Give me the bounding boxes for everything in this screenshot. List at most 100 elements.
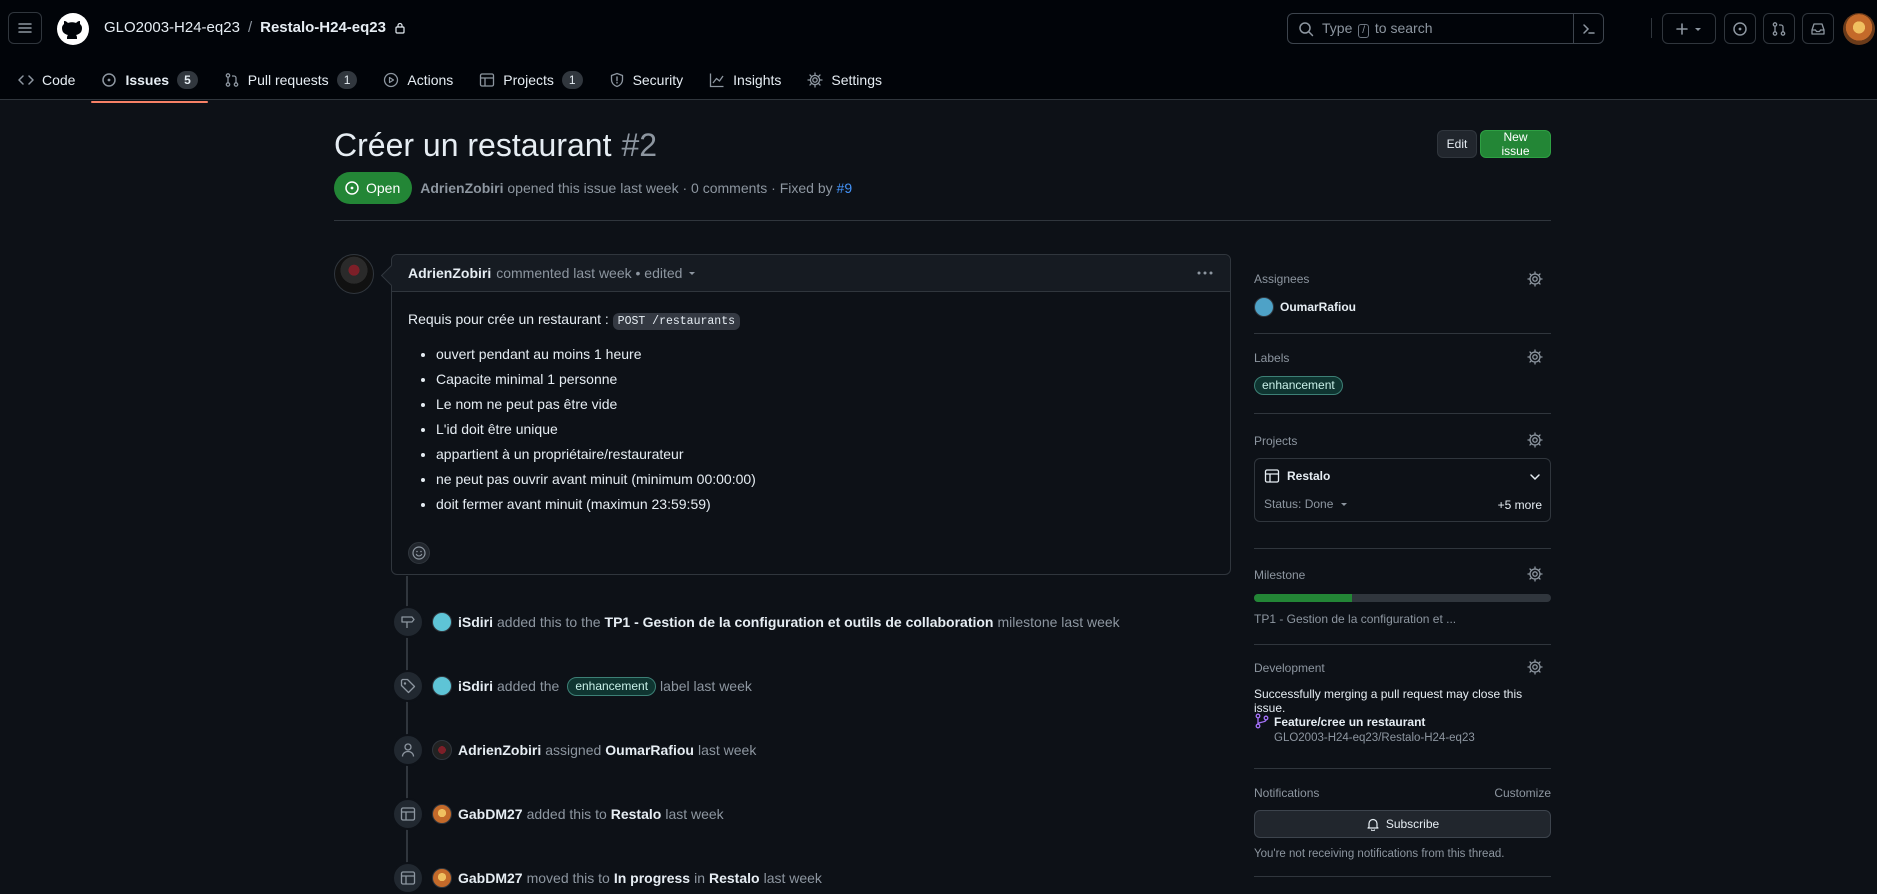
- issue-author-link[interactable]: AdrienZobiri: [420, 180, 503, 196]
- create-new-button[interactable]: [1662, 13, 1716, 44]
- assignees-title: Assignees: [1254, 272, 1310, 286]
- project-status: Status: Done: [1264, 497, 1334, 511]
- menu-button[interactable]: [8, 12, 42, 44]
- milestone-link[interactable]: TP1 - Gestion de la configuration et out…: [605, 614, 994, 630]
- avatar[interactable]: [432, 804, 452, 824]
- comment-author-link[interactable]: AdrienZobiri: [408, 265, 491, 281]
- milestone-progress-bar: [1254, 594, 1551, 602]
- timeline-event: iSdiri added this to the TP1 - Gestion d…: [392, 606, 1124, 638]
- labels-settings-button[interactable]: [1527, 349, 1543, 365]
- tab-projects[interactable]: Projects 1: [469, 63, 592, 97]
- linked-branch-repo: GLO2003-H24-eq23/Restalo-H24-eq23: [1274, 732, 1475, 744]
- notifications-section: Notifications Customize Subscribe You're…: [1254, 769, 1551, 877]
- event-actor[interactable]: GabDM27: [458, 806, 523, 822]
- label-badge[interactable]: enhancement: [1254, 376, 1343, 395]
- project-link[interactable]: Restalo: [611, 806, 662, 822]
- chevron-down-icon[interactable]: [1528, 470, 1542, 484]
- avatar[interactable]: [432, 868, 452, 888]
- tab-insights[interactable]: Insights: [699, 63, 791, 97]
- project-more-link[interactable]: +5 more: [1498, 498, 1542, 512]
- project-name[interactable]: Restalo: [1287, 469, 1330, 483]
- search-input[interactable]: Type / to search: [1287, 13, 1604, 44]
- tab-issues[interactable]: Issues 5: [91, 63, 209, 103]
- fixed-by-link[interactable]: #9: [837, 180, 853, 196]
- table-icon: [1264, 469, 1280, 483]
- top-header: GLO2003-H24-eq23 / Restalo-H24-eq23 Type…: [0, 0, 1877, 103]
- kebab-horizontal-icon: [1197, 271, 1213, 275]
- terminal-icon: [1582, 23, 1595, 34]
- requirements-list: ouvert pendant au moins 1 heure Capacite…: [408, 345, 1214, 514]
- assignee-item[interactable]: OumarRafiou: [1254, 297, 1356, 317]
- projects-settings-button[interactable]: [1527, 432, 1543, 448]
- event-actor[interactable]: AdrienZobiri: [458, 742, 541, 758]
- bell-icon: [1367, 818, 1379, 831]
- tab-pull-requests[interactable]: Pull requests 1: [214, 63, 368, 97]
- new-issue-button[interactable]: New issue: [1480, 130, 1551, 158]
- comment-author-avatar[interactable]: [334, 254, 374, 294]
- milestone-settings-button[interactable]: [1527, 566, 1543, 582]
- tab-projects-count: 1: [561, 71, 583, 89]
- avatar[interactable]: [432, 740, 452, 760]
- project-status-dropdown[interactable]: Status: Done: [1264, 497, 1349, 511]
- command-palette-button[interactable]: [1573, 14, 1603, 43]
- comment-options-button[interactable]: [1196, 264, 1214, 282]
- assignee-link[interactable]: OumarRafiou: [605, 742, 694, 758]
- inbox-button[interactable]: [1802, 13, 1834, 44]
- inline-code: POST /restaurants: [612, 313, 740, 330]
- event-actor[interactable]: iSdiri: [458, 614, 493, 630]
- github-logo-icon[interactable]: [56, 12, 90, 46]
- list-item: ouvert pendant au moins 1 heure: [436, 345, 1214, 364]
- gear-icon: [1527, 349, 1543, 365]
- milestone-link[interactable]: TP1 - Gestion de la configuration et ...: [1254, 612, 1456, 626]
- development-settings-button[interactable]: [1527, 659, 1543, 675]
- list-item: L'id doit être unique: [436, 420, 1214, 439]
- edit-button[interactable]: Edit: [1437, 130, 1477, 158]
- development-text: Successfully merging a pull request may …: [1254, 687, 1523, 715]
- issue-opened-icon: [102, 73, 117, 87]
- comment-intro: Requis pour crée un restaurant : POST /r…: [408, 308, 1214, 333]
- breadcrumb-separator: /: [247, 19, 253, 36]
- tab-settings-label: Settings: [831, 72, 882, 88]
- table-icon: [480, 73, 495, 87]
- search-placeholder-after: to search: [1374, 19, 1433, 36]
- issue-opened-text: opened this issue last week · 0 comments…: [507, 180, 833, 196]
- table-icon: [392, 798, 424, 830]
- gear-icon: [807, 72, 824, 88]
- avatar[interactable]: [432, 676, 452, 696]
- event-actor[interactable]: iSdiri: [458, 678, 493, 694]
- tab-actions[interactable]: Actions: [373, 63, 463, 97]
- customize-link[interactable]: Customize: [1494, 786, 1551, 800]
- issue-number: #2: [621, 127, 658, 163]
- milestone-icon: [392, 606, 424, 638]
- assignees-settings-button[interactable]: [1527, 271, 1543, 287]
- notifications-note: You're not receiving notifications from …: [1254, 848, 1505, 860]
- tab-code[interactable]: Code: [8, 63, 85, 97]
- plus-icon: [1676, 22, 1688, 35]
- issue-opened-icon: [345, 181, 359, 195]
- comment-intro-text: Requis pour crée un restaurant :: [408, 311, 609, 327]
- issue-meta: Open AdrienZobiri opened this issue last…: [334, 172, 852, 204]
- pull-requests-button[interactable]: [1763, 13, 1795, 44]
- list-item: doit fermer avant minuit (maximun 23:59:…: [436, 495, 1214, 514]
- issues-button[interactable]: [1724, 13, 1756, 44]
- breadcrumb-repo[interactable]: Restalo-H24-eq23: [260, 19, 386, 36]
- tab-security[interactable]: Security: [599, 63, 694, 97]
- tab-settings[interactable]: Settings: [797, 63, 892, 97]
- triangle-down-icon: [689, 272, 696, 275]
- search-icon: [1299, 21, 1314, 36]
- linked-branch-link[interactable]: Feature/cree un restaurant: [1274, 715, 1425, 729]
- comment-meta[interactable]: commented last week • edited: [496, 265, 682, 281]
- list-item: Le nom ne peut pas être vide: [436, 395, 1214, 414]
- user-avatar[interactable]: [1843, 13, 1875, 45]
- breadcrumb-owner[interactable]: GLO2003-H24-eq23: [104, 19, 240, 36]
- label-badge[interactable]: enhancement: [567, 676, 657, 696]
- subscribe-button[interactable]: Subscribe: [1254, 810, 1551, 838]
- hamburger-icon: [18, 23, 32, 33]
- project-card[interactable]: Restalo Status: Done +5 more: [1254, 458, 1551, 522]
- avatar[interactable]: [432, 612, 452, 632]
- milestone-section: Milestone TP1 - Gestion de la configurat…: [1254, 549, 1551, 645]
- event-text: assigned: [545, 742, 602, 758]
- issue-sidebar: Assignees OumarRafiou Labels enhancement…: [1254, 264, 1551, 877]
- lock-icon: [395, 22, 405, 34]
- add-reaction-button[interactable]: [408, 542, 430, 564]
